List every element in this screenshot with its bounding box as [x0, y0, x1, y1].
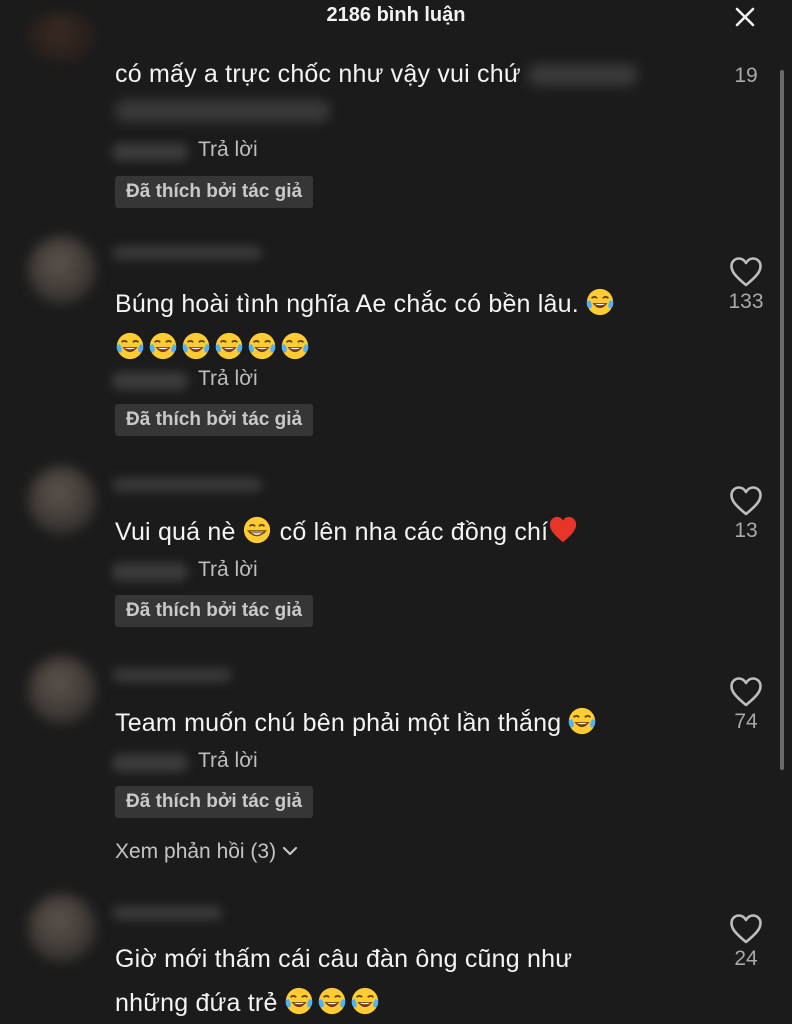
- face-with-tears-of-joy-emoji: [585, 287, 615, 317]
- like-count: 74: [734, 710, 758, 733]
- view-replies-button[interactable]: Xem phản hồi (3): [115, 840, 298, 864]
- comment-text: Team muốn chú bên phải một lần thắng: [115, 701, 705, 745]
- liked-by-author-badge: Đã thích bởi tác giả: [115, 176, 314, 208]
- face-with-tears-of-joy-emoji: [567, 706, 597, 736]
- face-with-tears-of-joy-emoji: [181, 331, 211, 361]
- scrollbar[interactable]: [780, 70, 784, 770]
- heart-icon[interactable]: [729, 676, 763, 708]
- comment-date: [112, 143, 188, 161]
- username[interactable]: [112, 478, 262, 492]
- comment-text: có mấy a trực chốc như vậy vui chứ: [115, 52, 705, 96]
- heart-icon[interactable]: [729, 913, 763, 945]
- like-count: 19: [734, 64, 758, 87]
- comment-count-title: 2186 bình luận: [326, 4, 466, 26]
- comment-date: [112, 563, 188, 581]
- comment-text: Giờ mới thấm cái câu đàn ông cũng như nh…: [115, 945, 573, 1017]
- liked-by-author-badge: Đã thích bởi tác giả: [115, 786, 314, 818]
- liked-by-author-badge: Đã thích bởi tác giả: [115, 404, 314, 436]
- view-replies-label: Xem phản hồi (3): [115, 840, 277, 863]
- like-control: 13: [720, 485, 772, 543]
- reply-button[interactable]: Trả lời: [198, 749, 258, 773]
- chevron-down-icon: [282, 846, 298, 856]
- close-icon[interactable]: [734, 6, 756, 28]
- grinning-face-emoji: [242, 515, 272, 545]
- face-with-tears-of-joy-emoji: [214, 331, 244, 361]
- comment-text: Búng hoài tình nghĩa Ae chắc có bền lâu.: [115, 282, 705, 370]
- face-with-tears-of-joy-emoji: [350, 986, 380, 1016]
- like-count: 24: [734, 947, 758, 970]
- face-with-tears-of-joy-emoji: [317, 986, 347, 1016]
- like-count: 133: [728, 290, 764, 313]
- reply-button[interactable]: Trả lời: [198, 367, 258, 391]
- like-control: 19: [720, 62, 772, 88]
- face-with-tears-of-joy-emoji: [247, 331, 277, 361]
- like-control: 133: [720, 256, 772, 314]
- blurred-text: [115, 100, 330, 122]
- like-control: 24: [720, 913, 772, 971]
- like-count: 13: [734, 519, 758, 542]
- comments-header: 2186 bình luận: [0, 0, 792, 38]
- like-control: 74: [720, 676, 772, 734]
- red-heart-emoji: [548, 515, 578, 545]
- comment-text: Vui quá nè cố lên nha các đồng chí: [115, 510, 705, 554]
- liked-by-author-badge: Đã thích bởi tác giả: [115, 595, 314, 627]
- avatar[interactable]: [28, 236, 96, 304]
- face-with-tears-of-joy-emoji: [280, 331, 310, 361]
- comment-date: [112, 372, 188, 390]
- face-with-tears-of-joy-emoji: [148, 331, 178, 361]
- face-with-tears-of-joy-emoji: [284, 986, 314, 1016]
- face-with-tears-of-joy-emoji: [115, 331, 145, 361]
- comments-panel: 2186 bình luận có mấy a trực chốc như vậ…: [0, 0, 792, 1024]
- reply-button[interactable]: Trả lời: [198, 138, 258, 162]
- heart-icon[interactable]: [729, 485, 763, 517]
- reply-button[interactable]: Trả lời: [198, 558, 258, 582]
- avatar[interactable]: [28, 12, 96, 62]
- avatar[interactable]: [28, 466, 96, 534]
- avatar[interactable]: [28, 656, 96, 724]
- heart-icon[interactable]: [729, 256, 763, 288]
- username[interactable]: [112, 668, 232, 682]
- avatar[interactable]: [28, 894, 96, 962]
- username[interactable]: [112, 906, 222, 920]
- username[interactable]: [112, 246, 262, 260]
- comment-date: [112, 754, 188, 772]
